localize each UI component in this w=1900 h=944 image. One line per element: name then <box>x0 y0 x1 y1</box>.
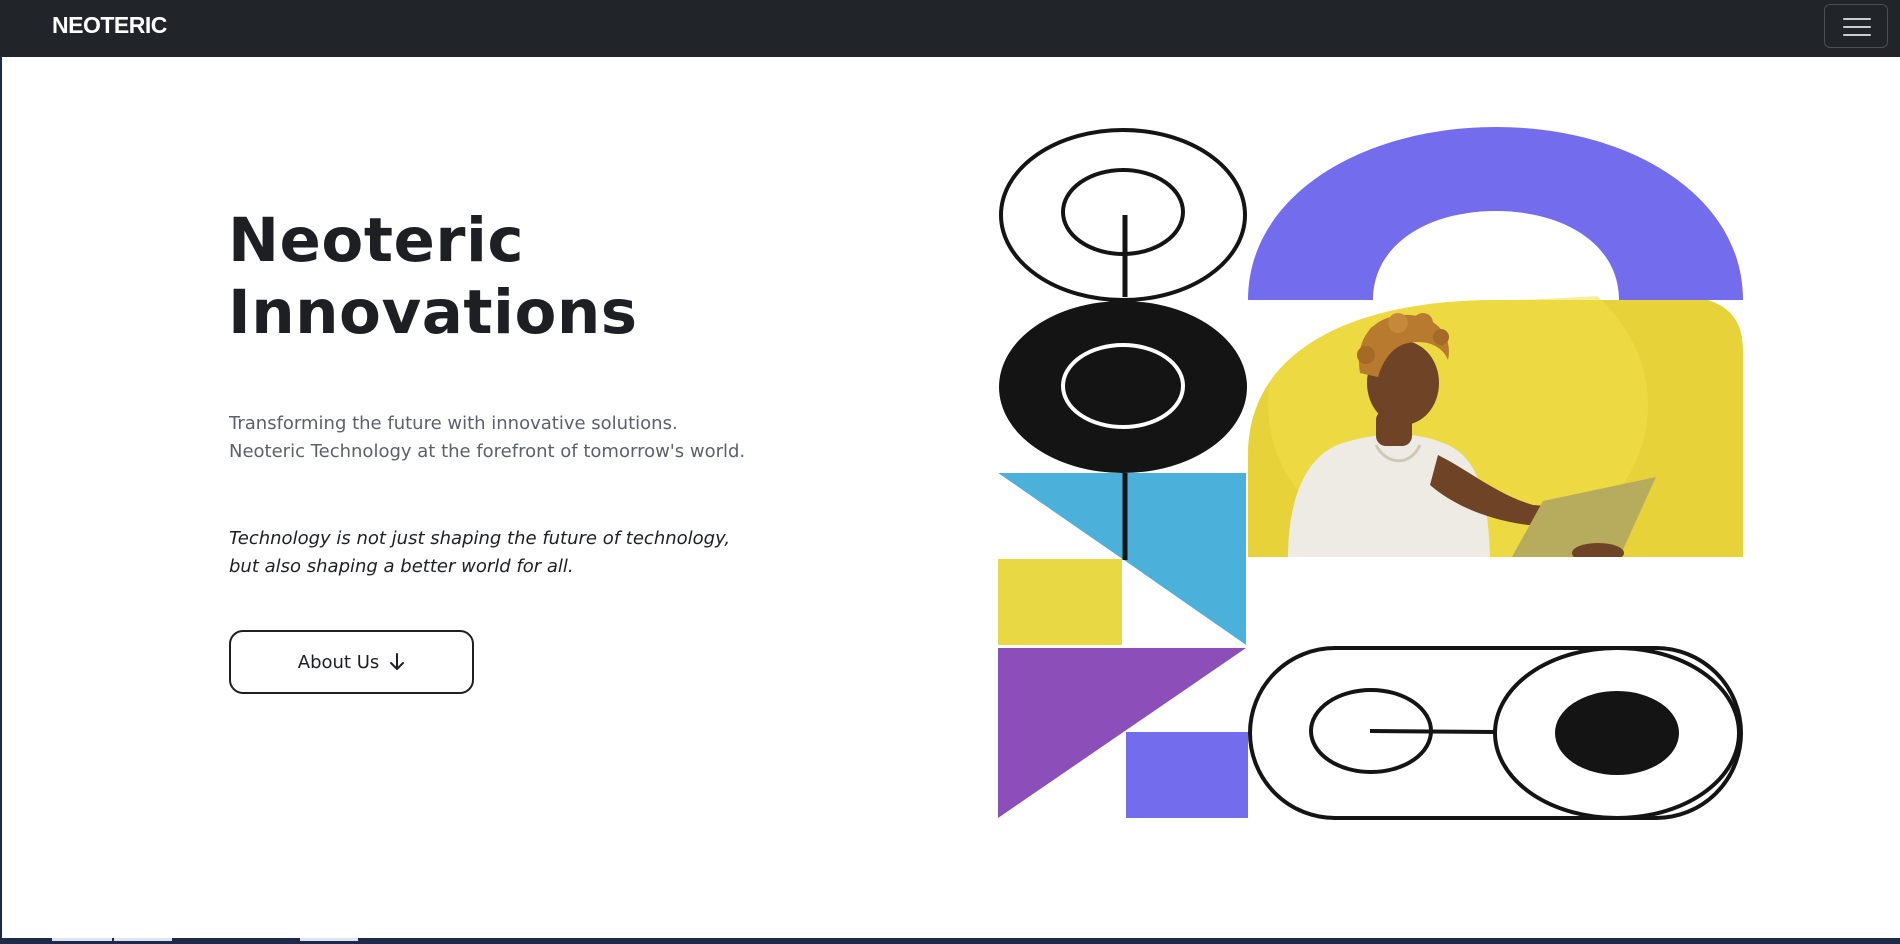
hamburger-menu-icon <box>1843 18 1871 20</box>
hero-subtitle-line: Transforming the future with innovative … <box>229 413 678 434</box>
indigo-square <box>1126 732 1248 818</box>
navbar: NEOTERIC <box>0 0 1900 57</box>
hero-quote-line: Technology is not just shaping the futur… <box>229 528 731 549</box>
taskbar-tab <box>300 938 358 941</box>
hamburger-menu-icon <box>1843 34 1871 36</box>
ring-stack-motif <box>999 128 1247 302</box>
about-us-label: About Us <box>297 651 380 673</box>
hero-quote-line: but also shaping a better world for all. <box>229 556 574 577</box>
hero-title-line: Neoteric <box>228 205 525 276</box>
brand-logo[interactable]: NEOTERIC <box>52 10 167 40</box>
window-bottom-edge <box>0 938 1900 944</box>
arrow-down-icon <box>390 653 405 670</box>
hero-title-line: Innovations <box>228 277 638 348</box>
indigo-arch <box>1248 127 1743 300</box>
hero-quote: Technology is not just shaping the futur… <box>229 525 849 581</box>
taskbar-tab <box>114 938 172 941</box>
yellow-square <box>998 559 1122 645</box>
hamburger-menu-icon <box>1843 26 1871 28</box>
black-disc-motif <box>999 301 1247 473</box>
window-left-edge <box>0 0 2 944</box>
pill-motif <box>1248 646 1743 820</box>
hero-illustration <box>998 127 1743 820</box>
taskbar-tab <box>52 938 112 941</box>
hero-title: Neoteric Innovations <box>228 205 748 349</box>
hero-subtitle: Transforming the future with innovative … <box>229 410 849 466</box>
menu-toggle-button[interactable] <box>1824 4 1888 48</box>
hero-subtitle-line: Neoteric Technology at the forefront of … <box>229 441 746 462</box>
about-us-button[interactable]: About Us <box>229 630 474 694</box>
